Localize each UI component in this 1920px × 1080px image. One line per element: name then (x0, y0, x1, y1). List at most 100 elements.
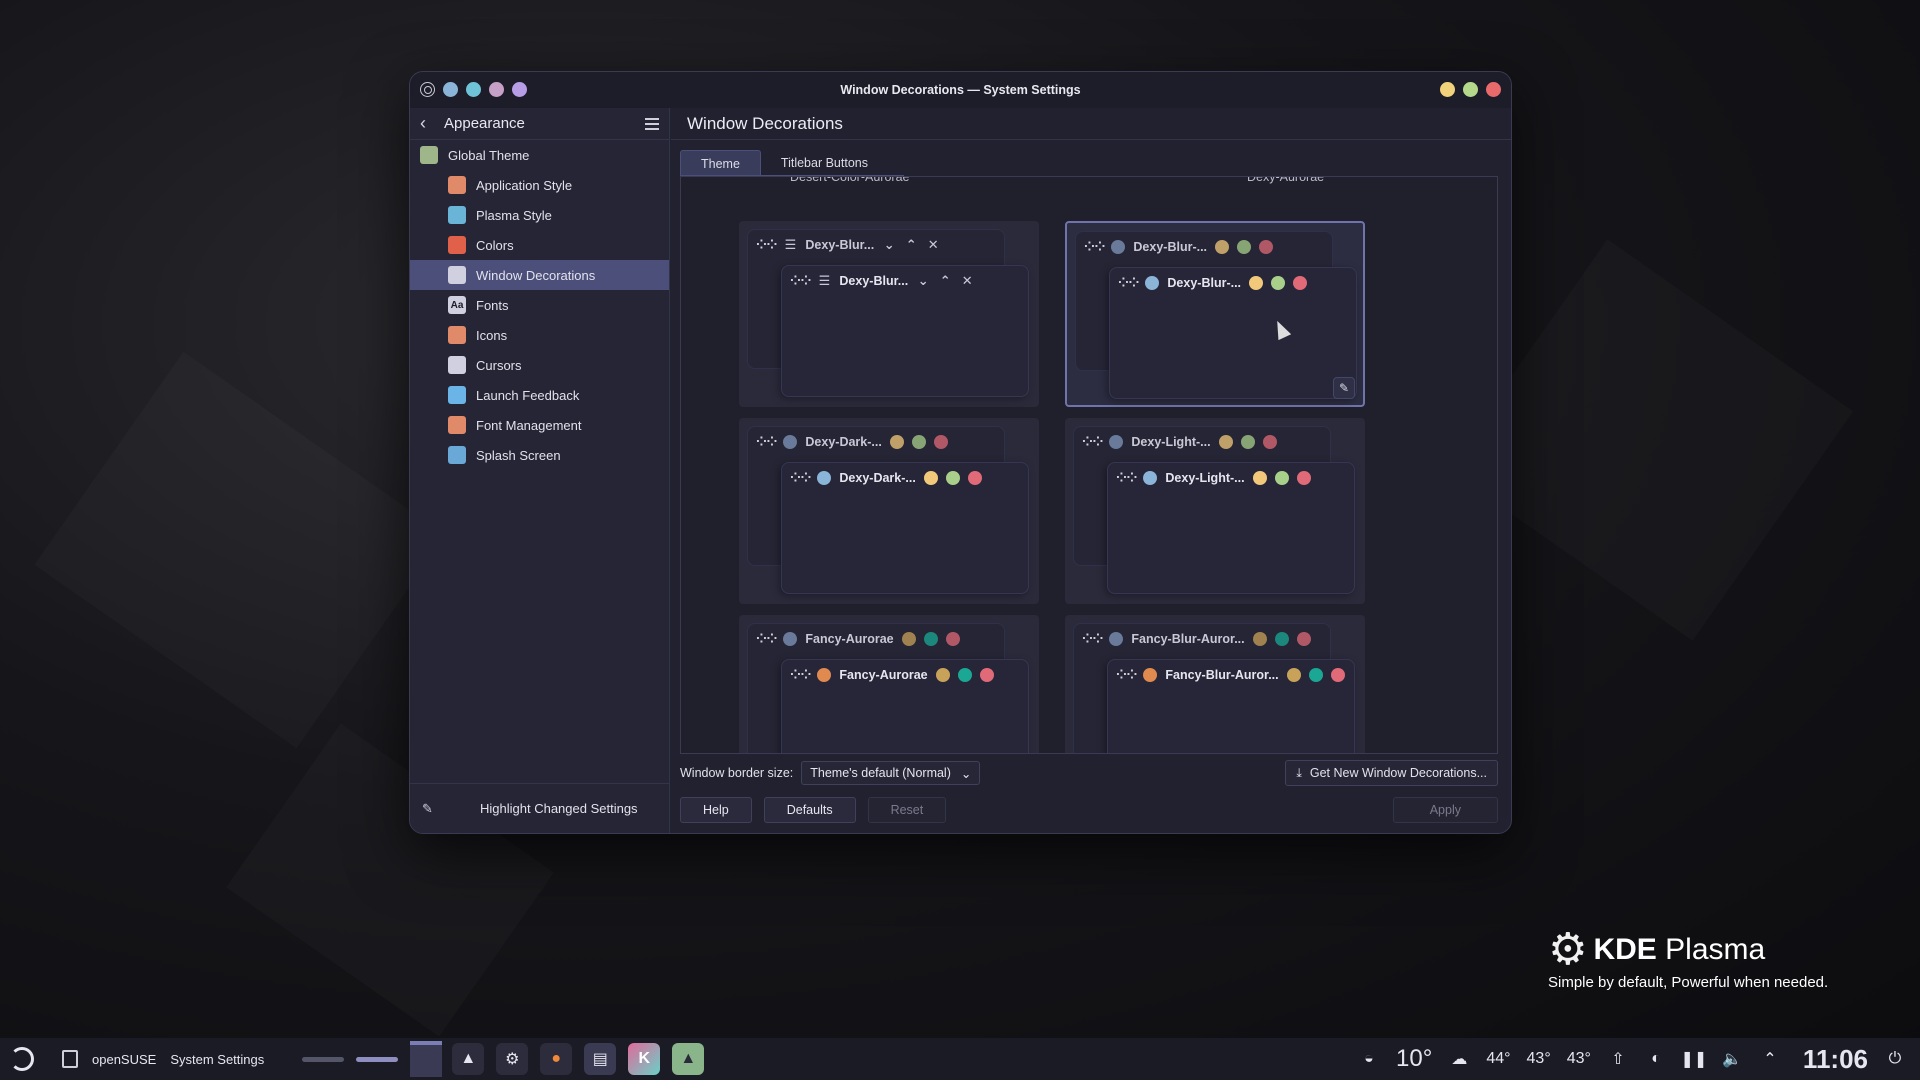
sidebar-header: ‹ Appearance (410, 108, 669, 140)
image-viewer-icon[interactable]: ▲ (672, 1043, 705, 1075)
preview-window-title: Dexy-Blur-... (1167, 276, 1242, 290)
show-desktop-icon[interactable] (62, 1050, 78, 1068)
discover-icon[interactable]: ▲ (452, 1043, 485, 1075)
preview-active-window: ⁘ ⁘ Dexy-Blur-... (1109, 267, 1357, 399)
pin-buttons-icon: ⁘ ⁘ (790, 273, 811, 288)
preview-titlebar: ⁘ ⁘ Dexy-Dark-... (790, 470, 982, 486)
desktop-indicator[interactable] (302, 1056, 345, 1062)
titlebar[interactable]: Window Decorations — System Settings (410, 72, 1511, 108)
defaults-button[interactable]: Defaults (763, 797, 856, 823)
weather-temperature[interactable]: 10° (1396, 1045, 1432, 1073)
titlebar-dot[interactable] (512, 82, 527, 97)
border-size-label: Window border size: (680, 766, 794, 780)
theme-card[interactable]: ⁘ ⁘ Dexy-Blur-... ⁘ ⁘ Dexy-Blur-... ✎ (1065, 221, 1365, 407)
tray-expand-icon[interactable]: ⌃ (1759, 1048, 1781, 1070)
apply-button[interactable]: Apply (1392, 797, 1498, 823)
kde-logo-icon: ⚙ (1548, 925, 1588, 974)
sidebar-item-label: Window Decorations (476, 267, 596, 283)
distro-label[interactable]: openSUSE (92, 1052, 156, 1067)
weather-cloud-icon[interactable]: ☁ (1448, 1048, 1470, 1070)
theme-grid[interactable]: Desert-Color-Aurorae Dexy-Aurorae ⁘ ⁘ ☰ De… (680, 176, 1498, 754)
theme-card[interactable]: ⁘ ⁘ Fancy-Aurorae ⁘ ⁘ Fancy-Aurorae (739, 615, 1039, 753)
system-settings-app-icon[interactable] (420, 82, 435, 97)
sidebar-item-global-theme[interactable]: Global Theme (410, 140, 669, 170)
sidebar-item-application-style[interactable]: Application Style (410, 170, 669, 200)
media-pause-icon[interactable]: ❚❚ (1681, 1048, 1708, 1070)
sidebar-item-font-management[interactable]: Font Management (410, 410, 669, 440)
launch-feedback-icon (448, 386, 466, 404)
icons-icon (448, 326, 466, 344)
edit-theme-button[interactable]: ✎ (1333, 377, 1355, 399)
sidebar-item-icons[interactable]: Icons (410, 320, 669, 350)
sidebar-item-cursors[interactable]: Cursors (410, 350, 669, 380)
sidebar-item-label: Plasma Style (476, 207, 552, 223)
tab-titlebar-buttons[interactable]: Titlebar Buttons (761, 150, 888, 176)
wallpaper-shape (34, 352, 445, 749)
menu-icon: ☰ (818, 273, 831, 288)
get-new-label: Get New Window Decorations... (1309, 766, 1487, 780)
active-window-title[interactable]: System Settings (170, 1052, 264, 1067)
hamburger-menu-icon[interactable] (645, 117, 659, 130)
system-settings-task-icon[interactable]: ⚙ (496, 1043, 529, 1075)
theme-card[interactable]: ⁘ ⁘ Fancy-Blur-Auror... ⁘ ⁘ Fancy-Blur-Auro… (1065, 615, 1365, 753)
theme-label-partial: Dexy-Aurorae (1247, 176, 1325, 184)
reset-button[interactable]: Reset (867, 797, 947, 823)
close-button[interactable] (1486, 82, 1501, 97)
virtual-desktop-pager[interactable] (302, 1041, 443, 1077)
menu-dot-icon (1143, 471, 1158, 485)
preview-titlebar: ⁘ ⁘ Dexy-Blur-... (1118, 275, 1308, 291)
sensor-temperature[interactable]: 43° (1527, 1050, 1551, 1068)
krita-icon[interactable]: K (628, 1043, 661, 1075)
close-dot-icon (1296, 632, 1311, 646)
sidebar-item-window-decorations[interactable]: Window Decorations (410, 260, 669, 290)
preview-window-title: Dexy-Blur... (805, 238, 875, 252)
updates-icon[interactable]: ⇧ (1607, 1048, 1629, 1070)
tab-theme[interactable]: Theme (680, 150, 761, 176)
preview-titlebar: ⁘ ⁘ ☰ Dexy-Blur... ⌄ ⌃ ✕ (756, 237, 940, 253)
get-new-decorations-button[interactable]: ⤓ Get New Window Decorations... (1285, 760, 1498, 786)
help-button[interactable]: Help (680, 797, 752, 823)
sensor-temperature[interactable]: 43° (1567, 1050, 1591, 1068)
highlight-changed-settings-button[interactable]: ✎ Highlight Changed Settings (410, 783, 669, 833)
border-size-combobox[interactable]: Theme's default (Normal) ⌄ (801, 761, 981, 785)
theme-card[interactable]: ⁘ ⁘ Dexy-Dark-... ⁘ ⁘ Dexy-Dark-... (739, 418, 1039, 604)
maximize-button[interactable] (1463, 82, 1478, 97)
minimize-dot-icon (901, 632, 916, 646)
dexy-logo-icon[interactable]: ◒ (1358, 1048, 1380, 1070)
night-color-icon[interactable]: ◐ (1645, 1048, 1667, 1070)
splash-screen-icon (448, 446, 466, 464)
digital-clock[interactable]: 11:06 (1803, 1044, 1868, 1075)
application-launcher-icon[interactable] (10, 1047, 34, 1071)
back-arrow-icon[interactable]: ‹ (420, 113, 444, 134)
tab-bar: Theme Titlebar Buttons (680, 150, 888, 176)
minimize-button[interactable] (1440, 82, 1455, 97)
preview-titlebar: ⁘ ⁘ Dexy-Light-... (1116, 470, 1311, 486)
pin-buttons-icon: ⁘ ⁘ (1082, 434, 1103, 449)
pin-buttons-icon: ⁘ ⁘ (1084, 239, 1105, 254)
titlebar-dot[interactable] (466, 82, 481, 97)
sidebar-item-fonts[interactable]: Aa Fonts (410, 290, 669, 320)
menu-icon: ☰ (784, 237, 797, 252)
sensor-temperature[interactable]: 44° (1486, 1050, 1510, 1068)
titlebar-dot[interactable] (443, 82, 458, 97)
sidebar-item-launch-feedback[interactable]: Launch Feedback (410, 380, 669, 410)
file-manager-icon[interactable]: ▤ (584, 1043, 617, 1075)
sidebar-item-plasma-style[interactable]: Plasma Style (410, 200, 669, 230)
desktop-indicator-active[interactable] (356, 1056, 399, 1062)
minimize-dot-icon (1286, 668, 1301, 682)
titlebar-dot[interactable] (489, 82, 504, 97)
window-decorations-icon (448, 266, 466, 284)
firefox-icon[interactable]: ● (540, 1043, 573, 1075)
sidebar-title[interactable]: Appearance (444, 115, 645, 132)
theme-card[interactable]: ⁘ ⁘ Dexy-Light-... ⁘ ⁘ Dexy-Light-... (1065, 418, 1365, 604)
desktop-preview[interactable] (410, 1041, 443, 1077)
sidebar-item-colors[interactable]: Colors (410, 230, 669, 260)
preview-titlebar: ⁘ ⁘ Fancy-Blur-Auror... (1116, 667, 1345, 683)
power-icon[interactable]: ⏻ (1884, 1048, 1906, 1070)
theme-card[interactable]: ⁘ ⁘ ☰ Dexy-Blur... ⌄ ⌃ ✕ ⁘ ⁘ ☰ Dexy-Blur... ⌄ ⌃ ✕ (739, 221, 1039, 407)
preview-titlebar: ⁘ ⁘ Dexy-Light-... (1082, 434, 1277, 450)
preview-active-window: ⁘ ⁘ Dexy-Light-... (1107, 462, 1355, 594)
sidebar-item-splash-screen[interactable]: Splash Screen (410, 440, 669, 470)
volume-icon[interactable]: 🔈 (1721, 1048, 1743, 1070)
task-manager: ▲ ⚙ ● ▤ K ▲ (452, 1043, 705, 1075)
